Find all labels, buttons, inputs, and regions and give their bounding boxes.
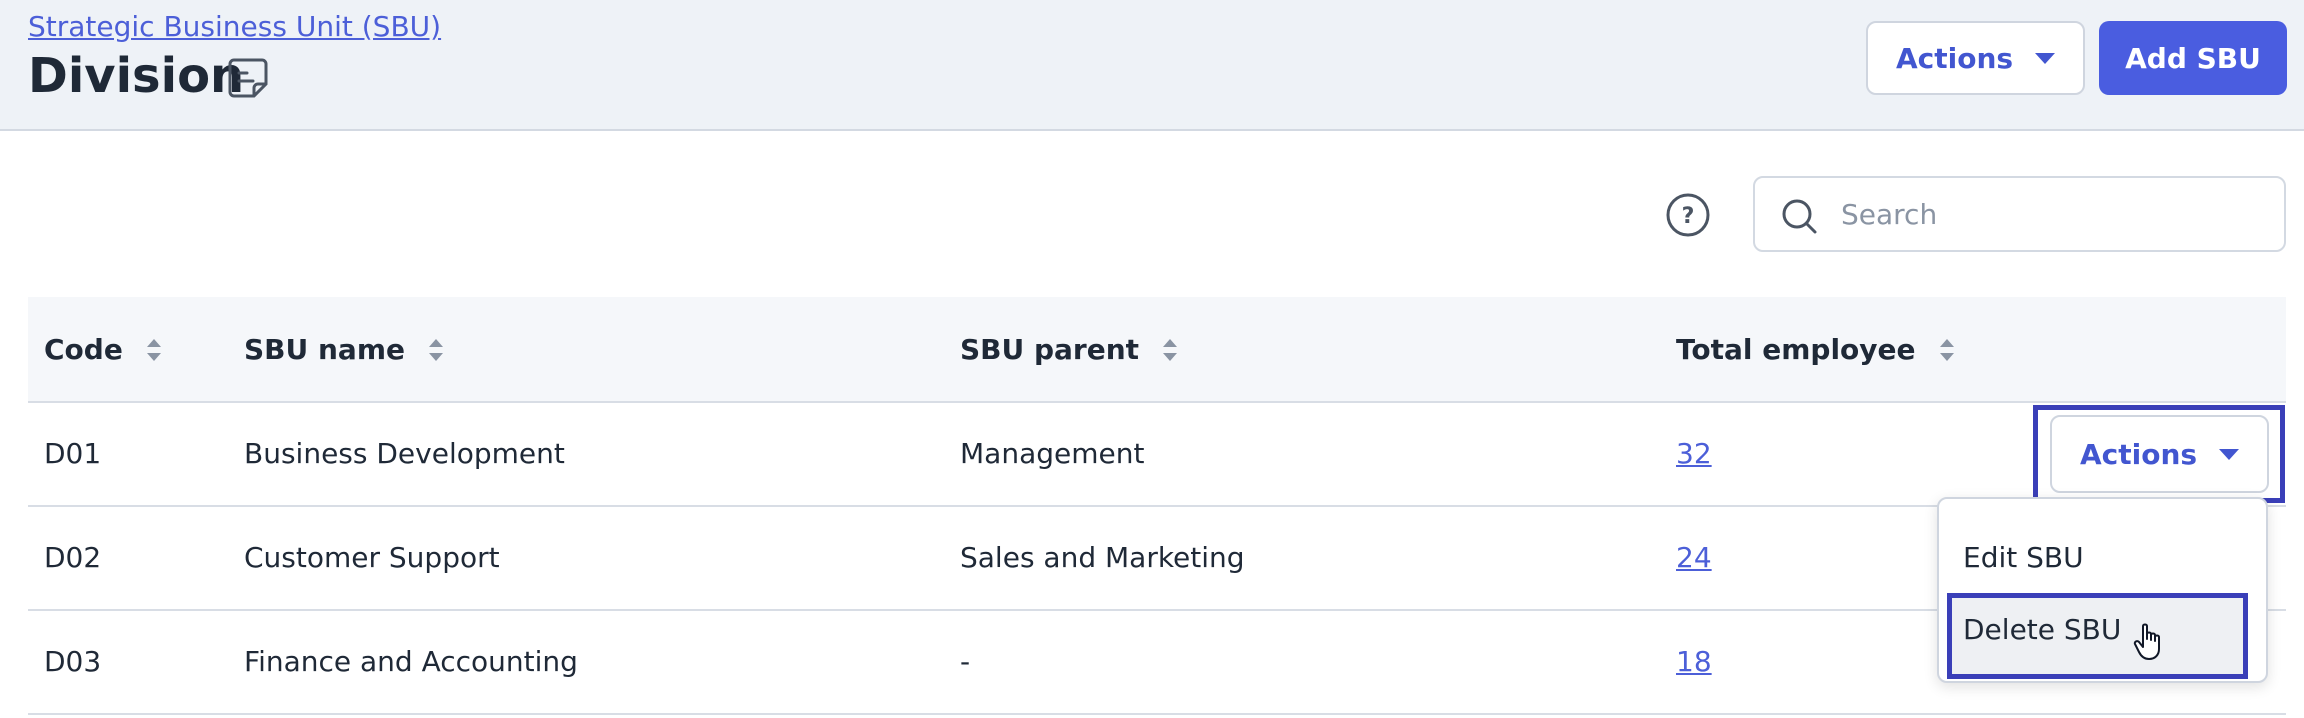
cell-sbu-parent: - bbox=[960, 645, 971, 678]
hand-cursor-icon bbox=[2133, 623, 2160, 660]
page-header: Strategic Business Unit (SBU) Division A… bbox=[0, 0, 2304, 131]
page-title: Division bbox=[28, 48, 245, 104]
breadcrumb-link[interactable]: Strategic Business Unit (SBU) bbox=[28, 10, 441, 43]
cell-code: D01 bbox=[44, 437, 102, 470]
chevron-down-icon bbox=[2219, 448, 2240, 460]
column-label: SBU name bbox=[244, 333, 405, 366]
table-header: Code SBU name SBU parent Total employee bbox=[28, 297, 2286, 403]
chevron-down-icon bbox=[2035, 52, 2056, 64]
header-actions-label: Actions bbox=[1895, 41, 2014, 75]
employee-count-link[interactable]: 24 bbox=[1676, 541, 1712, 574]
employee-count-link[interactable]: 32 bbox=[1676, 437, 1712, 470]
column-label: Total employee bbox=[1676, 333, 1916, 366]
employee-count-link[interactable]: 18 bbox=[1676, 645, 1712, 678]
sort-icon[interactable] bbox=[1161, 336, 1179, 364]
row-actions-label: Actions bbox=[2079, 437, 2198, 471]
search-box[interactable] bbox=[1753, 176, 2286, 252]
row-actions-button[interactable]: Actions bbox=[2050, 415, 2269, 493]
sort-icon[interactable] bbox=[427, 336, 445, 364]
table-row: D01 Business Development Management 32 bbox=[28, 403, 2286, 507]
search-icon bbox=[1782, 199, 1817, 234]
header-actions-button[interactable]: Actions bbox=[1866, 21, 2085, 95]
column-label: Code bbox=[44, 333, 123, 366]
note-icon[interactable] bbox=[226, 56, 270, 100]
delete-highlight bbox=[1947, 593, 2248, 679]
column-header-sbu-name[interactable]: SBU name bbox=[244, 333, 445, 366]
svg-text:?: ? bbox=[1682, 204, 1695, 229]
cell-sbu-name: Customer Support bbox=[244, 541, 500, 574]
help-circle-icon[interactable]: ? bbox=[1665, 192, 1711, 238]
menu-item-edit-sbu[interactable]: Edit SBU bbox=[1963, 541, 2084, 574]
add-sbu-button[interactable]: Add SBU bbox=[2099, 21, 2287, 95]
cell-sbu-name: Finance and Accounting bbox=[244, 645, 578, 678]
cell-code: D02 bbox=[44, 541, 102, 574]
sort-icon[interactable] bbox=[145, 336, 163, 364]
column-header-total-employee[interactable]: Total employee bbox=[1676, 333, 1956, 366]
column-header-code[interactable]: Code bbox=[44, 333, 163, 366]
cell-sbu-parent: Management bbox=[960, 437, 1145, 470]
column-header-sbu-parent[interactable]: SBU parent bbox=[960, 333, 1179, 366]
search-input[interactable] bbox=[1841, 192, 2261, 236]
sort-icon[interactable] bbox=[1938, 336, 1956, 364]
cell-sbu-name: Business Development bbox=[244, 437, 565, 470]
cell-code: D03 bbox=[44, 645, 102, 678]
cell-sbu-parent: Sales and Marketing bbox=[960, 541, 1245, 574]
column-label: SBU parent bbox=[960, 333, 1140, 366]
